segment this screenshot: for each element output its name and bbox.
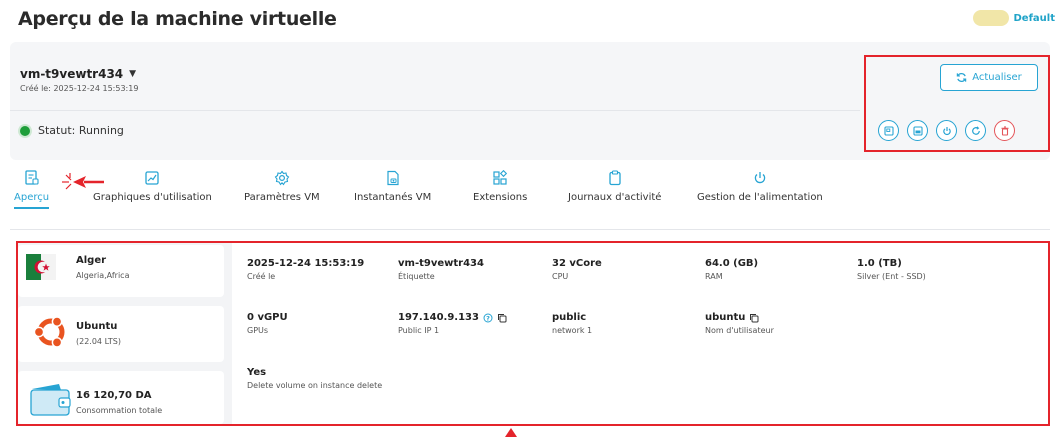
power-button[interactable] xyxy=(936,120,957,141)
detail-delete-volume: Yes Delete volume on instance delete xyxy=(247,367,383,390)
consumption-card: 16 120,70 DA Consommation totale xyxy=(18,371,224,424)
chevron-down-icon: ▼ xyxy=(129,69,137,79)
location-region: Algeria,Africa xyxy=(76,271,130,280)
consumption-amount: 16 120,70 DA xyxy=(76,390,152,401)
status-text: Statut: Running xyxy=(38,124,124,137)
restart-icon xyxy=(971,125,980,135)
svg-text:?: ? xyxy=(486,314,490,322)
trash-icon xyxy=(1001,125,1008,136)
os-card: Ubuntu (22.04 LTS) xyxy=(18,306,224,362)
copy-icon[interactable] xyxy=(497,313,507,323)
ubuntu-logo-icon xyxy=(33,316,65,348)
tab-label: Gestion de l'alimentation xyxy=(697,192,823,203)
tab-extensions[interactable]: Extensions xyxy=(473,170,527,203)
os-version: (22.04 LTS) xyxy=(76,337,122,346)
detail-network: public network 1 xyxy=(552,312,593,335)
wallet-icon xyxy=(30,384,71,416)
tab-apercu[interactable]: Aperçu xyxy=(14,170,50,209)
tab-alimentation[interactable]: Gestion de l'alimentation xyxy=(697,170,823,203)
detail-public-ip: 197.140.9.133 ? Public IP 1 xyxy=(398,312,507,335)
tab-label: Extensions xyxy=(473,192,528,203)
detail-username: ubuntu Nom d'utilisateur xyxy=(705,312,774,335)
public-ip-value: 197.140.9.133 xyxy=(398,312,479,323)
detail-ram: 64.0 (GB) RAM xyxy=(705,258,759,281)
snapshot-icon xyxy=(387,170,399,186)
location-card: Alger Algeria,Africa xyxy=(18,245,224,297)
vm-name: vm-t9vewtr434 xyxy=(20,67,124,81)
vm-status: Statut: Running xyxy=(20,124,124,137)
detail-cpu: 32 vCore CPU xyxy=(552,258,602,281)
page-title: Aperçu de la machine virtuelle xyxy=(18,8,337,30)
delete-button[interactable] xyxy=(994,120,1015,141)
tab-label: Paramètres VM xyxy=(244,192,320,203)
vm-action-buttons xyxy=(878,120,1015,141)
vm-tabs: Aperçu Graphiques d'utilisation Paramètr… xyxy=(10,170,1050,230)
os-name: Ubuntu xyxy=(76,321,118,332)
location-city: Alger xyxy=(76,255,107,266)
screenshot-button[interactable] xyxy=(907,120,928,141)
tab-instantanes[interactable]: Instantanés VM xyxy=(354,170,431,203)
tab-label: Instantanés VM xyxy=(354,192,432,203)
refresh-label: Actualiser xyxy=(972,72,1022,83)
restart-button[interactable] xyxy=(965,120,986,141)
detail-gpu: 0 vGPU GPUs xyxy=(247,312,288,335)
image-icon xyxy=(912,125,923,136)
algeria-flag-icon xyxy=(26,254,56,280)
settings-icon xyxy=(274,170,290,186)
help-icon[interactable]: ? xyxy=(483,313,493,323)
overview-icon xyxy=(24,170,39,185)
annotation-arrow-icon xyxy=(62,173,104,190)
clipboard-icon xyxy=(609,170,621,186)
refresh-icon xyxy=(956,73,967,82)
consumption-label: Consommation totale xyxy=(76,406,163,415)
tab-label: Graphiques d'utilisation xyxy=(93,192,212,203)
refresh-button[interactable]: Actualiser xyxy=(940,64,1038,91)
detail-created: 2025-12-24 15:53:19 Créé le xyxy=(247,258,365,281)
avatar xyxy=(973,10,1010,26)
vm-selector[interactable]: vm-t9vewtr434 ▼ xyxy=(20,67,136,81)
detail-storage: 1.0 (TB) Silver (Ent - SSD) xyxy=(857,258,926,281)
username-value: ubuntu xyxy=(705,312,746,323)
chart-icon xyxy=(145,171,160,185)
detail-label: vm-t9vewtr434 Étiquette xyxy=(398,258,484,281)
status-running-icon xyxy=(20,125,30,136)
vm-created-date: Créé le: 2025-12-24 15:53:19 xyxy=(20,84,139,93)
power-icon xyxy=(942,126,951,135)
tab-graphiques[interactable]: Graphiques d'utilisation xyxy=(93,170,212,203)
power-icon xyxy=(754,172,766,184)
tab-label: Journaux d'activité xyxy=(568,192,662,203)
annotation-mark-icon xyxy=(505,428,517,437)
profile-menu[interactable]: Default xyxy=(973,10,1055,26)
console-icon xyxy=(883,125,894,136)
divider xyxy=(10,110,860,111)
console-button[interactable] xyxy=(878,120,899,141)
extensions-icon xyxy=(493,170,508,185)
tab-label: Aperçu xyxy=(14,192,50,203)
profile-label: Default xyxy=(1013,12,1055,24)
copy-icon[interactable] xyxy=(749,313,759,323)
tab-parametres[interactable]: Paramètres VM xyxy=(244,170,320,203)
tab-journaux[interactable]: Journaux d'activité xyxy=(568,170,661,203)
